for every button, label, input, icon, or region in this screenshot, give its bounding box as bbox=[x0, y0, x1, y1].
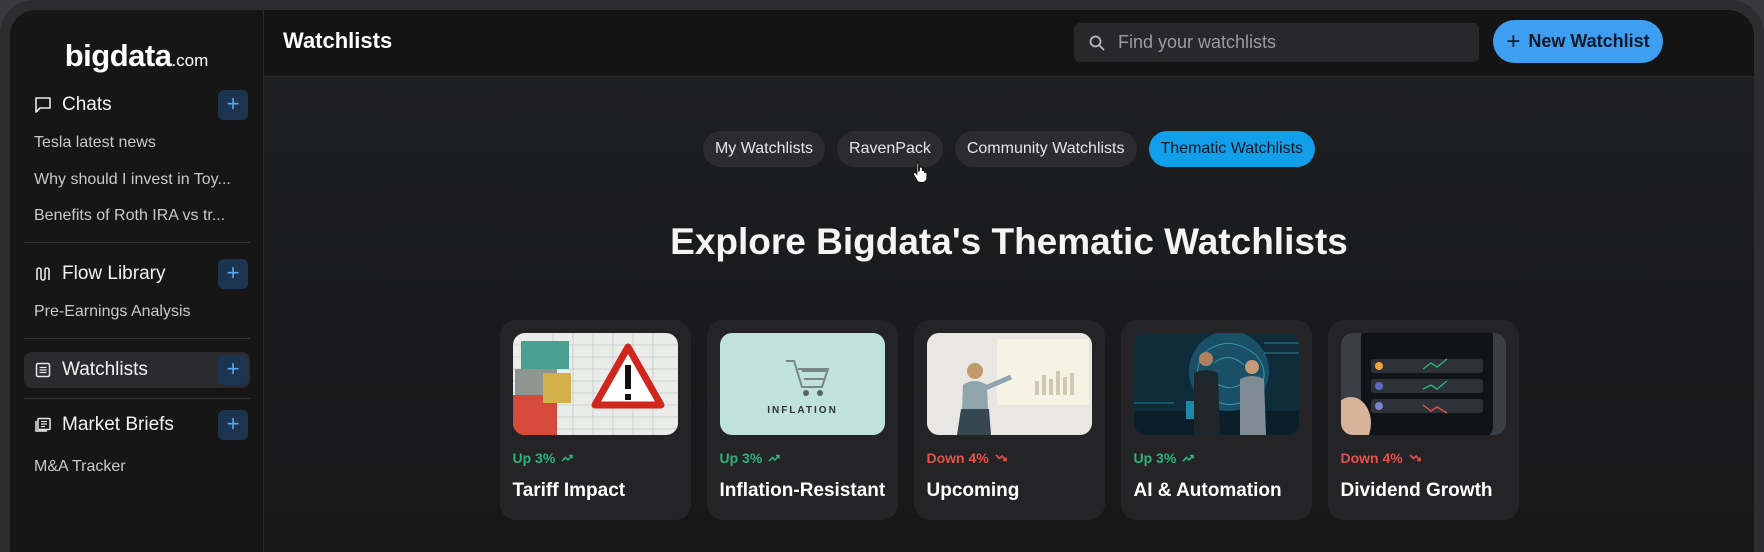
watchlist-card-inflation-resistant[interactable]: INFLATION Up 3% Inflation-Resistant bbox=[706, 320, 898, 520]
main-content: My Watchlists RavenPack Community Watchl… bbox=[264, 77, 1754, 552]
search-input[interactable] bbox=[1118, 32, 1479, 53]
bigdata-logo[interactable]: bigdata.com bbox=[10, 38, 263, 74]
tab-thematic-watchlists[interactable]: Thematic Watchlists bbox=[1148, 131, 1316, 167]
add-flow-button[interactable]: + bbox=[218, 259, 248, 289]
hand-cursor-icon bbox=[912, 162, 928, 183]
tab-my-watchlists[interactable]: My Watchlists bbox=[702, 131, 826, 167]
trend-up-icon bbox=[768, 454, 781, 462]
shipping-containers-warning-image bbox=[512, 333, 678, 435]
watchlist-cards: Up 3% Tariff Impact INFLATION Up 3% Infl… bbox=[264, 320, 1754, 520]
plus-icon: + bbox=[1506, 27, 1521, 55]
flow-item[interactable]: Pre-Earnings Analysis bbox=[34, 303, 246, 321]
logo-main: bigdata bbox=[64, 38, 172, 73]
card-title: AI & Automation bbox=[1133, 480, 1282, 501]
trend-indicator: Down 4% bbox=[1341, 450, 1506, 466]
flow-icon bbox=[34, 256, 62, 292]
device-frame: bigdata.com Chats + Tesla latest news Wh… bbox=[0, 0, 1764, 552]
trend-indicator: Up 3% bbox=[513, 450, 678, 466]
trend-indicator: Up 3% bbox=[1134, 450, 1299, 466]
trend-down-icon bbox=[995, 454, 1007, 462]
list-icon bbox=[34, 352, 62, 388]
sidebar-divider bbox=[24, 398, 250, 399]
card-title: Tariff Impact bbox=[512, 480, 626, 501]
sidebar-section-title: Flow Library bbox=[62, 263, 166, 284]
sidebar-section-chats[interactable]: Chats + bbox=[24, 87, 250, 123]
logo-suffix: .com bbox=[171, 51, 209, 70]
section-heading: Explore Bigdata's Thematic Watchlists bbox=[670, 221, 1348, 262]
page-title: Watchlists bbox=[283, 28, 393, 53]
tab-community-watchlists[interactable]: Community Watchlists bbox=[954, 131, 1137, 167]
new-watchlist-label: New Watchlist bbox=[1528, 31, 1650, 51]
watchlist-card-ai-automation[interactable]: Up 3% AI & Automation bbox=[1120, 320, 1312, 520]
search-icon bbox=[1088, 34, 1108, 52]
chat-item[interactable]: Tesla latest news bbox=[34, 134, 246, 152]
card-title: Dividend Growth bbox=[1340, 480, 1493, 501]
watchlist-card-dividend-growth[interactable]: Down 4% Dividend Growth bbox=[1327, 320, 1519, 520]
chat-item[interactable]: Why should I invest in Toy... bbox=[34, 171, 246, 189]
sidebar-divider bbox=[24, 338, 250, 339]
watchlist-card-upcoming[interactable]: Down 4% Upcoming bbox=[913, 320, 1105, 520]
top-bar: Watchlists + New Watchlist bbox=[264, 10, 1754, 77]
inflation-shopping-cart-image: INFLATION bbox=[719, 333, 885, 435]
newspaper-icon bbox=[34, 407, 62, 443]
app-screen: bigdata.com Chats + Tesla latest news Wh… bbox=[10, 10, 1754, 552]
market-brief-item[interactable]: M&A Tracker bbox=[34, 458, 246, 476]
trend-up-icon bbox=[561, 454, 574, 462]
chat-bubble-icon bbox=[34, 87, 62, 123]
sidebar-divider bbox=[24, 242, 250, 243]
svg-text:INFLATION: INFLATION bbox=[767, 405, 838, 416]
new-watchlist-button[interactable]: + New Watchlist bbox=[1493, 20, 1663, 63]
sidebar-section-title: Watchlists bbox=[62, 359, 148, 380]
card-title: Inflation-Resistant bbox=[719, 480, 886, 501]
sidebar-section-title: Market Briefs bbox=[62, 414, 174, 435]
trend-down-icon bbox=[1409, 454, 1421, 462]
sidebar-section-flow-library[interactable]: Flow Library + bbox=[24, 256, 250, 292]
sidebar-section-title: Chats bbox=[62, 94, 112, 115]
trend-indicator: Up 3% bbox=[720, 450, 885, 466]
search-box[interactable] bbox=[1074, 23, 1479, 62]
add-chat-button[interactable]: + bbox=[218, 90, 248, 120]
trend-up-icon bbox=[1182, 454, 1195, 462]
sidebar-section-market-briefs[interactable]: Market Briefs + bbox=[24, 407, 250, 443]
crypto-phone-image bbox=[1340, 333, 1506, 435]
sidebar-section-watchlists[interactable]: Watchlists + bbox=[24, 352, 250, 388]
add-market-brief-button[interactable]: + bbox=[218, 410, 248, 440]
watchlist-card-tariff-impact[interactable]: Up 3% Tariff Impact bbox=[499, 320, 691, 520]
trend-indicator: Down 4% bbox=[927, 450, 1092, 466]
sidebar: bigdata.com Chats + Tesla latest news Wh… bbox=[10, 10, 264, 552]
card-title: Upcoming bbox=[926, 480, 1020, 501]
add-watchlist-button[interactable]: + bbox=[218, 355, 248, 385]
chat-item[interactable]: Benefits of Roth IRA vs tr... bbox=[34, 207, 246, 225]
presentation-image bbox=[926, 333, 1092, 435]
watchlist-tabs: My Watchlists RavenPack Community Watchl… bbox=[264, 131, 1754, 167]
ai-data-center-image bbox=[1133, 333, 1299, 435]
